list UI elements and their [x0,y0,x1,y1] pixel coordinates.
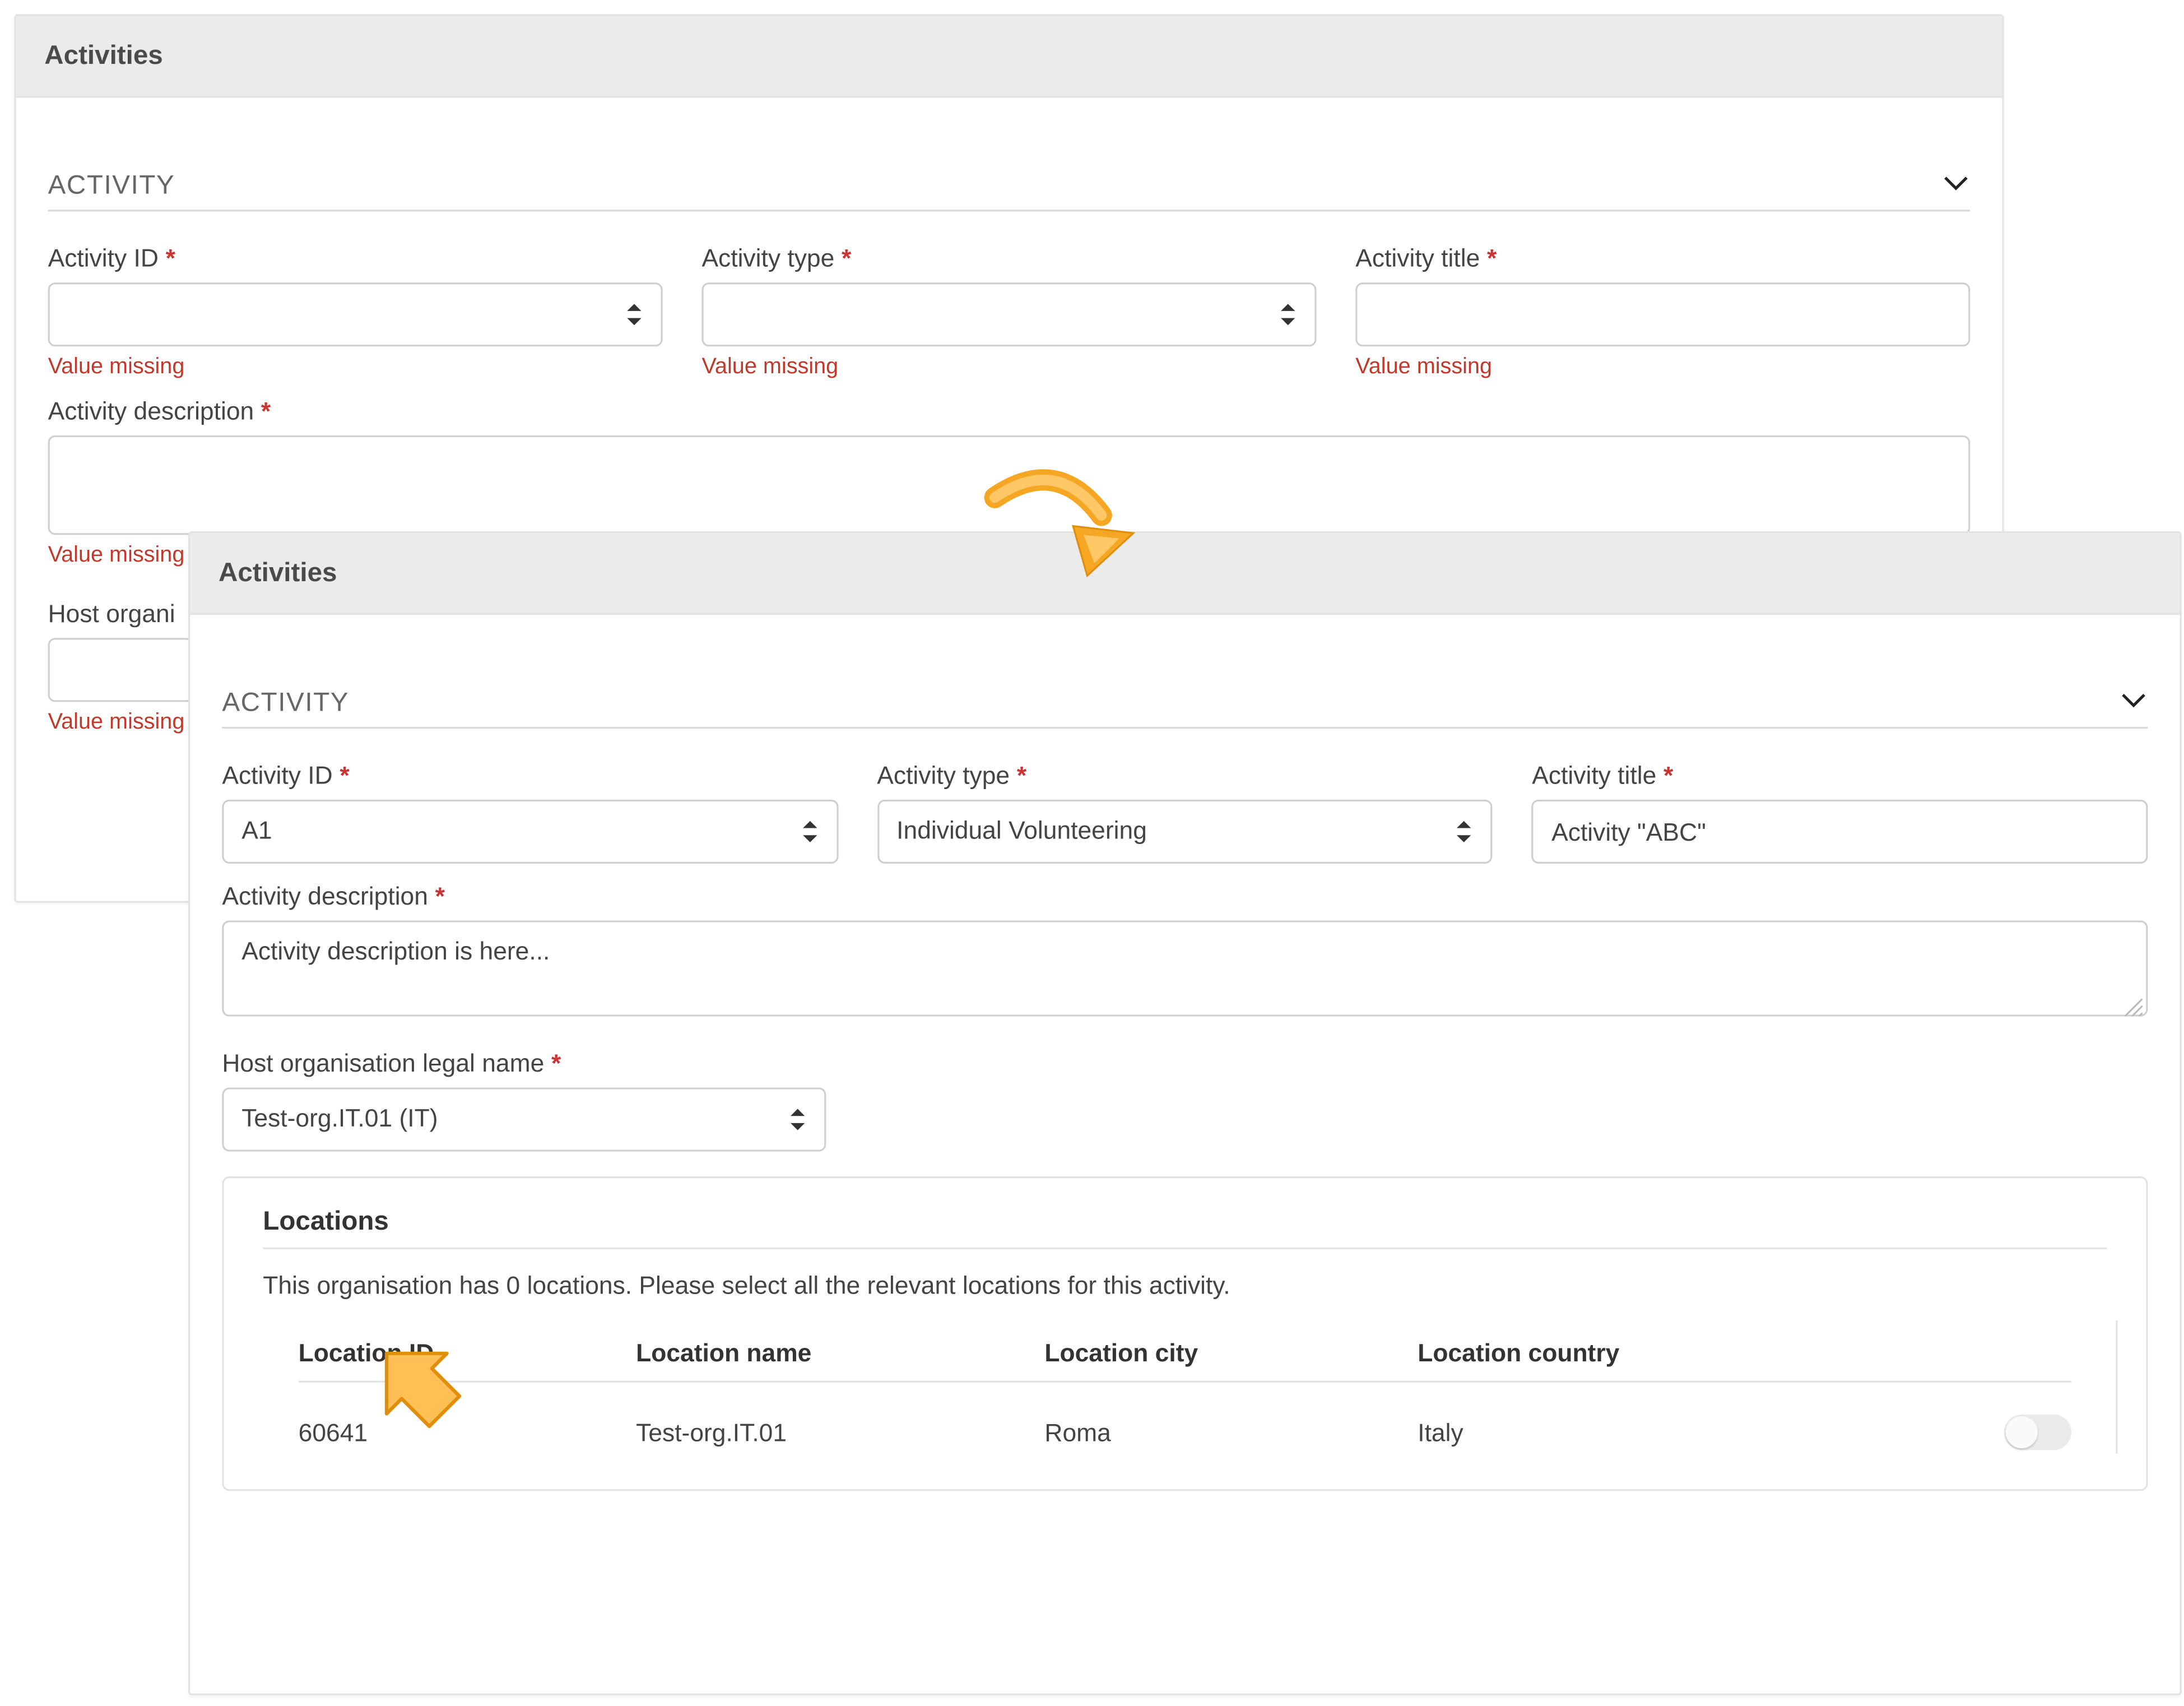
validation-error: Value missing [1355,354,1970,378]
required-star-icon: * [1663,761,1673,789]
activity-title-input[interactable] [1532,800,2148,864]
sort-icon [789,1107,807,1132]
cell-location-name: Test-org.IT.01 [636,1418,1044,1447]
locations-title: Locations [263,1207,2107,1249]
resize-handle-icon[interactable] [2125,993,2143,1011]
host-org-select[interactable]: Test-org.IT.01 (IT) [222,1087,826,1151]
required-star-icon: * [1487,243,1497,272]
required-star-icon: * [551,1049,561,1077]
sort-icon [1456,819,1474,844]
cell-location-country: Italy [1418,1418,1965,1447]
activities-panel-filled: Activities ACTIVITY Activity ID* A1 [188,531,2182,1695]
activity-type-select[interactable]: Individual Volunteering [877,800,1493,864]
activity-id-label: Activity ID* [48,243,663,272]
table-row: 60641 Test-org.IT.01 Roma Italy [299,1383,2071,1468]
activity-desc-label: Activity description* [48,396,1971,425]
activity-section-header[interactable]: ACTIVITY [222,686,2148,729]
callout-arrow-icon [366,1333,469,1441]
required-star-icon: * [261,396,271,425]
activity-section-header[interactable]: ACTIVITY [48,169,1971,211]
cell-location-city: Roma [1044,1418,1418,1447]
required-star-icon: * [340,761,349,789]
panel-header: Activities [190,533,2180,615]
locations-table: Location ID Location name Location city … [299,1324,2071,1468]
section-title: ACTIVITY [222,688,349,718]
panel-header: Activities [16,16,2002,98]
activity-id-label: Activity ID* [222,761,838,789]
col-location-name: Location name [636,1338,1044,1367]
validation-error: Value missing [48,354,663,378]
location-toggle[interactable] [2004,1415,2071,1450]
col-location-city: Location city [1044,1338,1418,1367]
sort-icon [1279,302,1297,327]
host-org-select[interactable] [48,638,194,702]
section-title: ACTIVITY [48,170,175,201]
table-header: Location ID Location name Location city … [299,1324,2071,1383]
col-location-country: Location country [1418,1338,1965,1367]
required-star-icon: * [1017,761,1026,789]
validation-error: Value missing [48,709,212,734]
required-star-icon: * [435,882,445,910]
vertical-divider [2116,1320,2117,1454]
chevron-down-icon [2120,686,2148,720]
host-org-label-truncated: Host organi [48,599,212,628]
curved-arrow-icon [977,466,1155,610]
activity-desc-label: Activity description* [222,882,2148,910]
host-org-label: Host organisation legal name* [222,1049,2148,1077]
required-star-icon: * [842,243,851,272]
chevron-down-icon [1942,169,1971,202]
activity-title-input[interactable] [1355,282,1970,346]
sort-icon [625,302,643,327]
activity-type-select[interactable] [701,282,1316,346]
required-star-icon: * [166,243,175,272]
activity-title-label: Activity title* [1355,243,1970,272]
locations-message: This organisation has 0 locations. Pleas… [263,1271,2107,1299]
activity-desc-textarea[interactable]: Activity description is here... [222,920,2148,1016]
activity-title-label: Activity title* [1532,761,2148,789]
activity-type-label: Activity type* [877,761,1493,789]
locations-card: Locations This organisation has 0 locati… [222,1176,2148,1491]
sort-icon [801,819,819,844]
activity-id-select[interactable]: A1 [222,800,838,864]
activity-id-select[interactable] [48,282,663,346]
activity-type-label: Activity type* [701,243,1316,272]
validation-error: Value missing [701,354,1316,378]
